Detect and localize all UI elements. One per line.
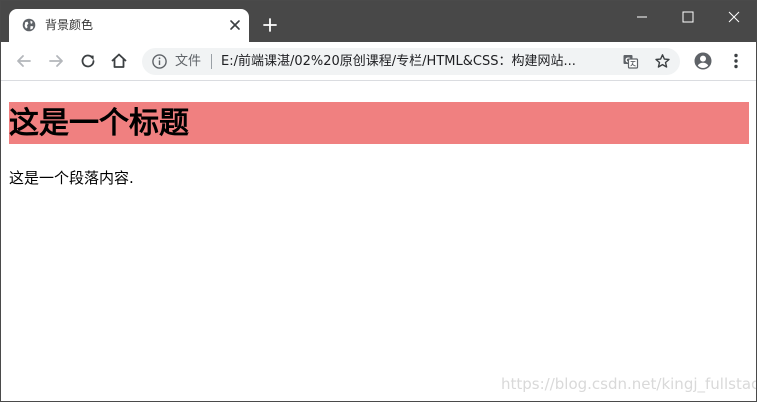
arrow-right-icon[interactable] [46, 51, 66, 71]
account-icon[interactable] [693, 51, 713, 71]
url-text[interactable]: E:/前端课湛/02%20原创课程/专栏/HTML&CSS：构建网站... [221, 54, 576, 69]
arrow-left-icon[interactable] [14, 51, 34, 71]
star-icon[interactable] [654, 53, 671, 70]
omnibox-divider [211, 54, 212, 69]
home-icon[interactable] [109, 51, 129, 71]
url-scheme-label: 文件 [175, 54, 202, 69]
globe-icon [22, 18, 36, 32]
more-vert-icon[interactable] [726, 51, 746, 71]
tab-title: 背景颜色 [45, 18, 94, 32]
browser-window: 背景颜色 文件 E:/前端课湛/02%20原创课程/专栏/HTML&CSS：构建… [0, 0, 757, 402]
info-icon[interactable] [151, 53, 168, 70]
maximize-icon[interactable] [678, 7, 698, 27]
minimize-icon[interactable] [632, 7, 652, 27]
reload-icon[interactable] [78, 51, 98, 71]
close-icon[interactable] [227, 17, 243, 33]
close-icon[interactable] [724, 7, 744, 27]
tab-strip: 背景颜色 [1, 1, 756, 42]
tab-active[interactable]: 背景颜色 [9, 9, 249, 42]
page-viewport: 这是一个标题 这是一个段落内容. https://blog.csdn.net/k… [1, 81, 756, 401]
watermark-text: https://blog.csdn.net/kingj_fullstack [501, 375, 757, 393]
page-heading: 这是一个标题 [9, 102, 749, 144]
page-paragraph: 这是一个段落内容. [9, 169, 134, 187]
translate-icon[interactable]: G [622, 53, 639, 70]
address-bar[interactable]: 文件 E:/前端课湛/02%20原创课程/专栏/HTML&CSS：构建网站...… [142, 48, 680, 75]
plus-icon[interactable] [262, 17, 278, 33]
toolbar: 文件 E:/前端课湛/02%20原创课程/专栏/HTML&CSS：构建网站...… [1, 42, 756, 81]
